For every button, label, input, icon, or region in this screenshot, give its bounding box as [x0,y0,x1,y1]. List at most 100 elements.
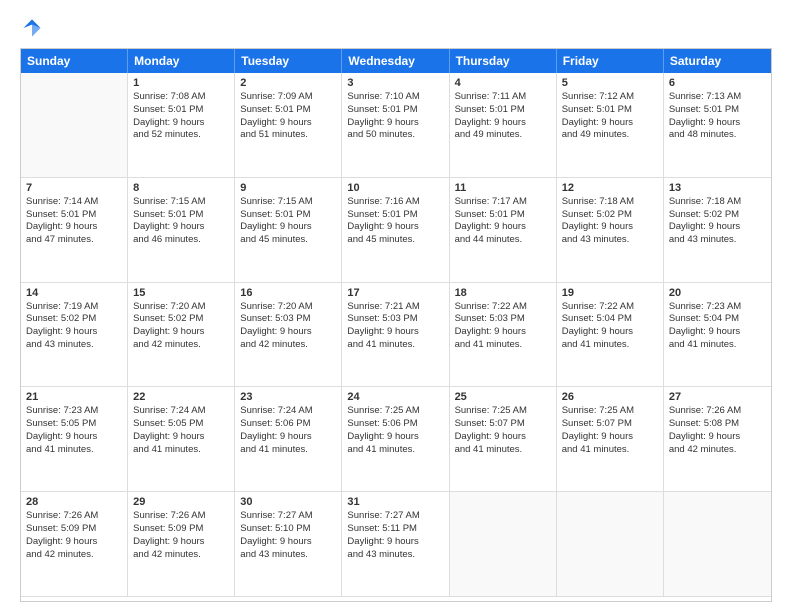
cell-info-line: Sunrise: 7:23 AM [669,301,766,314]
calendar-cell-week3-day0: 21Sunrise: 7:23 AMSunset: 5:05 PMDayligh… [21,387,128,492]
cell-info-line: and 42 minutes. [240,339,336,352]
cell-info-line: Daylight: 9 hours [455,221,551,234]
day-number: 24 [347,391,443,403]
day-number: 31 [347,496,443,508]
cell-info-line: and 44 minutes. [455,234,551,247]
cell-info-line: and 45 minutes. [347,234,443,247]
cell-info-line: Sunset: 5:01 PM [669,104,766,117]
cell-info-line: and 42 minutes. [133,339,229,352]
calendar-cell-week2-day3: 17Sunrise: 7:21 AMSunset: 5:03 PMDayligh… [342,283,449,388]
cell-info-line: Daylight: 9 hours [669,221,766,234]
calendar-header: SundayMondayTuesdayWednesdayThursdayFrid… [21,49,771,73]
cell-info-line: and 41 minutes. [562,339,658,352]
cell-info-line: and 41 minutes. [133,444,229,457]
cell-info-line: Daylight: 9 hours [133,536,229,549]
cell-info-line: Sunrise: 7:14 AM [26,196,122,209]
cell-info-line: Sunset: 5:03 PM [455,313,551,326]
calendar-cell-week4-day4 [450,492,557,597]
cell-info-line: and 43 minutes. [562,234,658,247]
calendar-cell-week1-day1: 8Sunrise: 7:15 AMSunset: 5:01 PMDaylight… [128,178,235,283]
calendar-cell-week0-day4: 4Sunrise: 7:11 AMSunset: 5:01 PMDaylight… [450,73,557,178]
calendar-cell-week3-day5: 26Sunrise: 7:25 AMSunset: 5:07 PMDayligh… [557,387,664,492]
cell-info-line: and 42 minutes. [669,444,766,457]
day-number: 9 [240,182,336,194]
day-number: 22 [133,391,229,403]
cell-info-line: Sunrise: 7:08 AM [133,91,229,104]
cell-info-line: Sunset: 5:02 PM [133,313,229,326]
cell-info-line: Daylight: 9 hours [133,221,229,234]
day-number: 19 [562,287,658,299]
calendar-cell-week1-day0: 7Sunrise: 7:14 AMSunset: 5:01 PMDaylight… [21,178,128,283]
day-number: 20 [669,287,766,299]
day-number: 1 [133,77,229,89]
cell-info-line: Sunset: 5:11 PM [347,523,443,536]
cell-info-line: Daylight: 9 hours [562,431,658,444]
calendar-cell-week1-day5: 12Sunrise: 7:18 AMSunset: 5:02 PMDayligh… [557,178,664,283]
cell-info-line: Daylight: 9 hours [669,326,766,339]
cell-info-line: and 41 minutes. [240,444,336,457]
cell-info-line: Sunset: 5:10 PM [240,523,336,536]
cell-info-line: Sunrise: 7:18 AM [669,196,766,209]
cell-info-line: Sunrise: 7:21 AM [347,301,443,314]
calendar-cell-week0-day3: 3Sunrise: 7:10 AMSunset: 5:01 PMDaylight… [342,73,449,178]
cell-info-line: Sunset: 5:07 PM [455,418,551,431]
cell-info-line: Sunrise: 7:26 AM [133,510,229,523]
cell-info-line: Sunrise: 7:25 AM [562,405,658,418]
calendar-cell-week4-day3: 31Sunrise: 7:27 AMSunset: 5:11 PMDayligh… [342,492,449,597]
cell-info-line: Daylight: 9 hours [240,221,336,234]
cell-info-line: Sunrise: 7:24 AM [133,405,229,418]
cell-info-line: Sunrise: 7:23 AM [26,405,122,418]
cell-info-line: Daylight: 9 hours [26,536,122,549]
day-number: 4 [455,77,551,89]
cell-info-line: Sunset: 5:01 PM [562,104,658,117]
calendar-cell-week4-day2: 30Sunrise: 7:27 AMSunset: 5:10 PMDayligh… [235,492,342,597]
logo [20,16,48,40]
cell-info-line: and 41 minutes. [455,339,551,352]
calendar-cell-week3-day6: 27Sunrise: 7:26 AMSunset: 5:08 PMDayligh… [664,387,771,492]
cell-info-line: Sunrise: 7:25 AM [455,405,551,418]
cell-info-line: Daylight: 9 hours [240,431,336,444]
cell-info-line: Sunrise: 7:27 AM [240,510,336,523]
cell-info-line: Daylight: 9 hours [347,326,443,339]
cell-info-line: Daylight: 9 hours [133,431,229,444]
cell-info-line: Sunset: 5:04 PM [562,313,658,326]
calendar-cell-week3-day4: 25Sunrise: 7:25 AMSunset: 5:07 PMDayligh… [450,387,557,492]
cell-info-line: Sunrise: 7:19 AM [26,301,122,314]
cell-info-line: Sunrise: 7:26 AM [669,405,766,418]
day-number: 25 [455,391,551,403]
day-number: 26 [562,391,658,403]
day-number: 6 [669,77,766,89]
cell-info-line: Daylight: 9 hours [669,117,766,130]
cell-info-line: Daylight: 9 hours [133,117,229,130]
cell-info-line: Sunset: 5:01 PM [133,209,229,222]
day-number: 3 [347,77,443,89]
calendar-cell-week0-day1: 1 Sunrise: 7:08 AMSunset: 5:01 PMDaylight… [128,73,235,178]
day-number: 15 [133,287,229,299]
cell-info-line: Sunrise: 7:17 AM [455,196,551,209]
cell-info-line: Sunset: 5:04 PM [669,313,766,326]
cell-info-line: Daylight: 9 hours [562,117,658,130]
cell-info-line: and 41 minutes. [347,339,443,352]
cell-info-line: and 45 minutes. [240,234,336,247]
cell-info-line: Daylight: 9 hours [240,117,336,130]
cell-info-line: Sunset: 5:05 PM [133,418,229,431]
weekday-header-saturday: Saturday [664,49,771,73]
cell-info-line: Sunrise: 7:12 AM [562,91,658,104]
cell-info-line: Sunset: 5:01 PM [133,104,229,117]
cell-info-line: Sunrise: 7:10 AM [347,91,443,104]
cell-info-line: Daylight: 9 hours [240,326,336,339]
day-number: 29 [133,496,229,508]
cell-info-line: and 52 minutes. [133,129,229,142]
cell-info-line: Daylight: 9 hours [347,221,443,234]
cell-info-line: and 41 minutes. [347,444,443,457]
cell-info-line: and 43 minutes. [669,234,766,247]
cell-info-line: Sunset: 5:01 PM [455,209,551,222]
day-number: 23 [240,391,336,403]
cell-info-line: Sunrise: 7:15 AM [133,196,229,209]
cell-info-line: Daylight: 9 hours [669,431,766,444]
calendar-cell-week4-day6 [664,492,771,597]
day-number: 12 [562,182,658,194]
calendar-cell-week1-day3: 10Sunrise: 7:16 AMSunset: 5:01 PMDayligh… [342,178,449,283]
cell-info-line: Sunset: 5:01 PM [26,209,122,222]
cell-info-line: Sunset: 5:03 PM [347,313,443,326]
